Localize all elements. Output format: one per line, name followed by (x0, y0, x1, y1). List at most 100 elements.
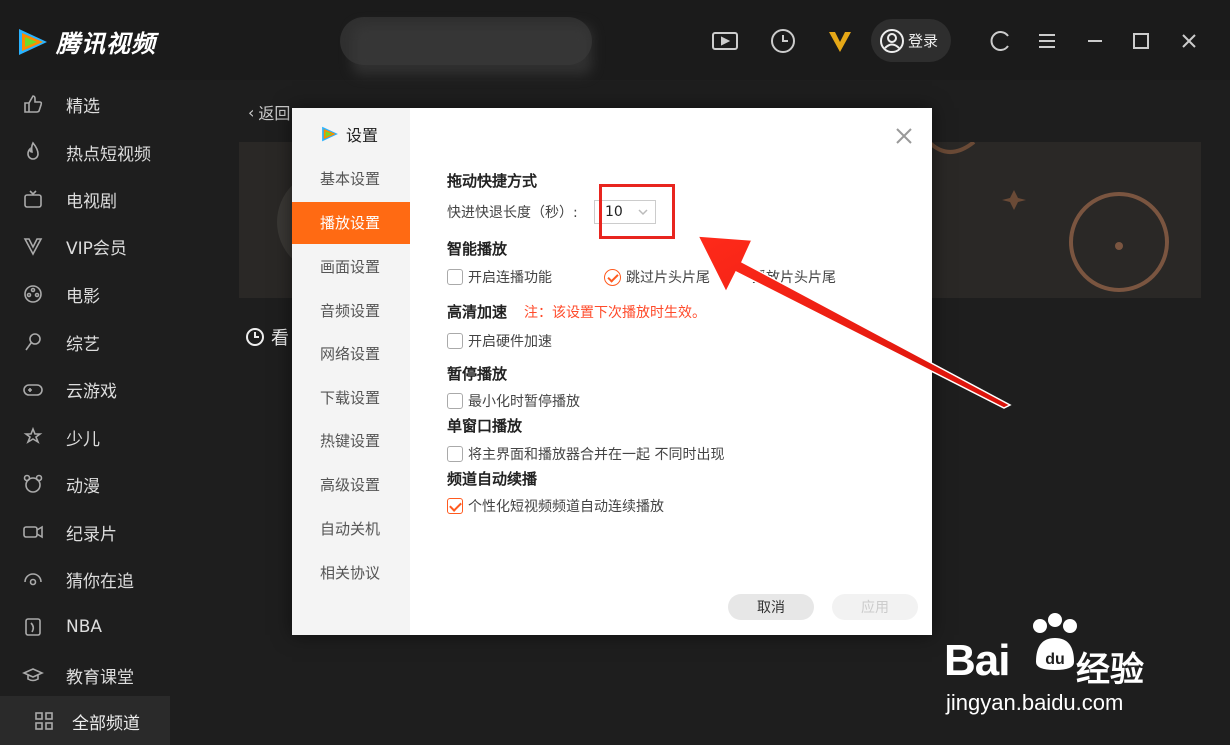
skip-intro-radio[interactable]: 跳过片头片尾 (604, 267, 710, 287)
tv-icon (24, 190, 42, 208)
tab-hotkeys[interactable]: 热键设置 (292, 420, 410, 462)
tab-download[interactable]: 下载设置 (292, 377, 410, 419)
tab-basic[interactable]: 基本设置 (292, 158, 410, 200)
sidebar-item-following[interactable]: 猜你在追 (0, 557, 235, 601)
close-icon[interactable] (894, 126, 914, 146)
sidebar-item-documentary[interactable]: 纪录片 (0, 510, 235, 554)
sidebar-item-cloud-gaming[interactable]: 云游戏 (0, 367, 235, 411)
sidebar-item-nba[interactable]: NBA (0, 605, 235, 649)
sidebar-item-movies[interactable]: 电影 (0, 272, 235, 316)
gamepad-icon (23, 384, 43, 396)
sidebar-item-label: 电视剧 (66, 191, 117, 212)
watermark-url: jingyan.baidu.com (946, 690, 1124, 715)
section-title-pause: 暂停播放 (447, 365, 508, 383)
checkbox-label: 开启连播功能 (468, 270, 552, 286)
sidebar-item-label: 综艺 (66, 334, 100, 355)
sidebar-item-label: 精选 (66, 96, 100, 117)
sidebar-item-label: 全部频道 (72, 713, 140, 734)
vip-icon[interactable] (825, 26, 855, 56)
sidebar-item-all-channels[interactable]: 全部频道 (0, 696, 170, 745)
annotation-highlight-box (599, 184, 675, 239)
single-window-checkbox[interactable]: 将主界面和播放器合并在一起 不同时出现 (447, 444, 724, 464)
tab-network[interactable]: 网络设置 (292, 333, 410, 375)
sidebar: 精选 热点短视频 电视剧 VIP会员 电影 综艺 云游戏 少儿 动漫 纪录片 猜… (0, 80, 235, 745)
microphone-icon (25, 333, 41, 351)
history-label: 看 (271, 328, 289, 349)
hardware-acceleration-checkbox[interactable]: 开启硬件加速 (447, 331, 552, 351)
tab-agreements[interactable]: 相关协议 (292, 552, 410, 594)
app-logo[interactable]: 腾讯视频 (16, 24, 156, 59)
hd-note: 注：该设置下次播放时生效。 (524, 305, 706, 321)
sidebar-item-education[interactable]: 教育课堂 (0, 653, 235, 697)
screen-cast-icon[interactable] (710, 26, 740, 56)
watermark-brand: Bai (944, 636, 1010, 685)
eye-icon (24, 573, 42, 586)
continuous-play-checkbox[interactable]: 开启连播功能 (447, 267, 552, 287)
refresh-icon[interactable] (986, 26, 1016, 56)
checkbox-label: 将主界面和播放器合并在一起 不同时出现 (468, 447, 725, 463)
seek-length-label: 快进快退长度（秒）: (447, 205, 578, 221)
sidebar-item-label: 纪录片 (66, 524, 117, 545)
checkbox-box (447, 333, 463, 349)
app-name: 腾讯视频 (56, 30, 156, 58)
checkbox-label: 最小化时暂停播放 (468, 394, 580, 410)
sidebar-item-label: 电影 (66, 286, 100, 307)
tab-picture[interactable]: 画面设置 (292, 246, 410, 288)
flame-icon (27, 141, 39, 160)
basketball-icon (25, 618, 41, 636)
maximize-icon[interactable] (1126, 26, 1156, 56)
tab-playback[interactable]: 播放设置 (292, 202, 410, 244)
checkbox-box (447, 446, 463, 462)
back-link[interactable]: ‹ 返回 (248, 100, 290, 124)
film-reel-icon (24, 285, 42, 303)
camera-icon (23, 525, 43, 539)
pause-on-minimize-checkbox[interactable]: 最小化时暂停播放 (447, 391, 580, 411)
search-input[interactable] (340, 17, 592, 65)
sidebar-item-label: 云游戏 (66, 381, 117, 402)
radio-label: 跳过片头片尾 (626, 270, 710, 286)
tab-audio[interactable]: 音频设置 (292, 290, 410, 332)
baidu-jingyan-watermark: du Bai 经验 jingyan.baidu.com (944, 612, 1174, 722)
sidebar-item-hot-shorts[interactable]: 热点短视频 (0, 130, 235, 174)
clock-icon (246, 328, 264, 346)
sidebar-item-label: VIP会员 (66, 238, 127, 259)
tencent-video-logo-icon (322, 126, 338, 142)
history-heading: 看 (245, 324, 289, 350)
sidebar-item-anime[interactable]: 动漫 (0, 462, 235, 506)
section-title-drag: 拖动快捷方式 (447, 172, 538, 190)
tab-advanced[interactable]: 高级设置 (292, 464, 410, 506)
sidebar-item-label: 教育课堂 (66, 667, 134, 688)
tab-auto-shutdown[interactable]: 自动关机 (292, 508, 410, 550)
sidebar-item-vip[interactable]: VIP会员 (0, 224, 235, 268)
title-bar: 腾讯视频 登录 (0, 0, 1230, 80)
watermark-cn: 经验 (1076, 650, 1144, 690)
user-avatar-icon (880, 28, 904, 53)
close-window-icon[interactable] (1174, 26, 1204, 56)
sidebar-item-label: 热点短视频 (66, 144, 151, 165)
section-title-channel: 频道自动续播 (447, 470, 538, 488)
svg-text:du: du (1045, 651, 1065, 668)
radio-label: 播放片头片尾 (752, 270, 836, 286)
bear-icon (23, 474, 43, 493)
menu-icon[interactable] (1032, 26, 1062, 56)
minimize-icon[interactable] (1080, 26, 1110, 56)
section-title-hd: 高清加速 (447, 303, 508, 321)
cancel-button[interactable]: 取消 (728, 594, 814, 620)
login-button[interactable]: 登录 (871, 19, 951, 62)
star-kid-icon (23, 426, 43, 444)
vip-icon (23, 238, 43, 256)
play-intro-radio[interactable]: 播放片头片尾 (752, 267, 836, 287)
sidebar-item-featured[interactable]: 精选 (0, 82, 235, 126)
sidebar-item-variety[interactable]: 综艺 (0, 320, 235, 364)
channel-autoplay-checkbox[interactable]: 个性化短视频频道自动连续播放 (447, 496, 664, 516)
checkbox-label: 个性化短视频频道自动连续播放 (468, 499, 664, 515)
sidebar-item-label: NBA (66, 617, 103, 637)
apply-button[interactable]: 应用 (832, 594, 918, 620)
history-clock-icon[interactable] (768, 26, 798, 56)
graduation-cap-icon (22, 668, 44, 682)
settings-nav: 设置 基本设置 播放设置 画面设置 音频设置 网络设置 下载设置 热键设置 高级… (292, 108, 410, 635)
sidebar-item-tv-series[interactable]: 电视剧 (0, 177, 235, 221)
sidebar-item-kids[interactable]: 少儿 (0, 415, 235, 459)
sidebar-item-label: 猜你在追 (66, 571, 134, 592)
checkbox-label: 开启硬件加速 (468, 334, 552, 350)
